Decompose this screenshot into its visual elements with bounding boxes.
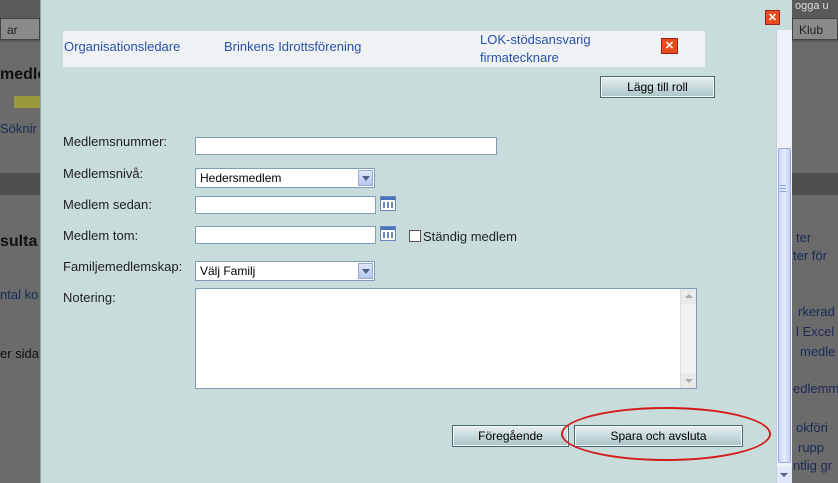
background-text: edlemma	[793, 381, 838, 396]
background-text: ter för	[793, 248, 827, 263]
membership-dialog: Organisationsledare Brinkens Idrottsföre…	[40, 0, 792, 483]
background-text: ntlig gr	[793, 458, 833, 473]
scrollbar-thumb[interactable]	[778, 148, 791, 463]
role-function[interactable]: LOK-stödsansvarig firmatecknare	[480, 31, 591, 67]
member-number-label: Medlemsnummer:	[63, 134, 168, 149]
member-number-input[interactable]	[195, 137, 497, 155]
background-text: ntal ko	[0, 287, 39, 302]
member-level-label: Medlemsnivå:	[63, 166, 144, 181]
previous-button[interactable]: Föregående	[452, 425, 569, 447]
family-label: Familjemedlemskap:	[63, 259, 183, 274]
note-label: Notering:	[63, 290, 116, 305]
family-value: Välj Familj	[200, 264, 256, 278]
member-until-label: Medlem tom:	[63, 228, 139, 243]
background-text: rupp	[798, 440, 825, 455]
background-text: okföri	[796, 420, 828, 435]
background-heading: sulta	[0, 233, 38, 250]
member-until-input[interactable]	[195, 226, 376, 244]
background-tab-right: Klub	[792, 18, 838, 40]
background-bar	[792, 173, 838, 195]
scrollbar-grip-icon	[780, 185, 786, 193]
background-bar	[0, 173, 40, 195]
scroll-down-icon[interactable]	[777, 467, 792, 483]
background-text: Söknir	[0, 121, 37, 136]
background-text: er sida	[0, 346, 40, 361]
background-text: ter	[796, 230, 812, 245]
background-tab-left: ar	[0, 18, 40, 40]
member-level-value: Hedersmedlem	[200, 171, 282, 185]
delete-role-icon[interactable]: ✕	[661, 38, 678, 54]
dialog-content: Organisationsledare Brinkens Idrottsföre…	[41, 0, 776, 483]
scroll-down-icon[interactable]	[681, 373, 696, 388]
member-since-input[interactable]	[195, 196, 376, 214]
role-organisation[interactable]: Brinkens Idrottsförening	[224, 38, 361, 56]
permanent-member-checkbox[interactable]	[409, 230, 421, 242]
background-text: rkerad	[798, 304, 835, 319]
family-select[interactable]: Välj Familj	[195, 261, 375, 281]
background-top-link: ogga u	[795, 0, 829, 12]
member-level-select[interactable]: Hedersmedlem	[195, 168, 375, 188]
chevron-down-icon[interactable]	[358, 170, 373, 186]
role-row: Organisationsledare Brinkens Idrottsföre…	[63, 31, 705, 67]
background-text: medle	[800, 344, 836, 359]
scroll-up-icon[interactable]	[681, 289, 696, 304]
add-role-button[interactable]: Lägg till roll	[600, 76, 715, 98]
role-function-line: firmatecknare	[480, 50, 559, 65]
background-text: l Excel	[796, 324, 835, 339]
chevron-down-icon[interactable]	[358, 263, 373, 279]
role-function-line: LOK-stödsansvarig	[480, 32, 591, 47]
member-since-label: Medlem sedan:	[63, 197, 152, 212]
note-textarea[interactable]	[195, 288, 697, 389]
close-dialog-icon[interactable]: ✕	[765, 10, 780, 25]
background-highlight	[14, 96, 40, 108]
permanent-member-label: Ständig medlem	[423, 229, 517, 244]
note-scrollbar[interactable]	[680, 289, 696, 388]
calendar-icon[interactable]	[380, 196, 396, 211]
save-and-close-button[interactable]: Spara och avsluta	[574, 425, 743, 447]
dialog-scrollbar[interactable]	[776, 30, 792, 483]
role-name[interactable]: Organisationsledare	[64, 38, 180, 56]
calendar-icon[interactable]	[380, 226, 396, 241]
